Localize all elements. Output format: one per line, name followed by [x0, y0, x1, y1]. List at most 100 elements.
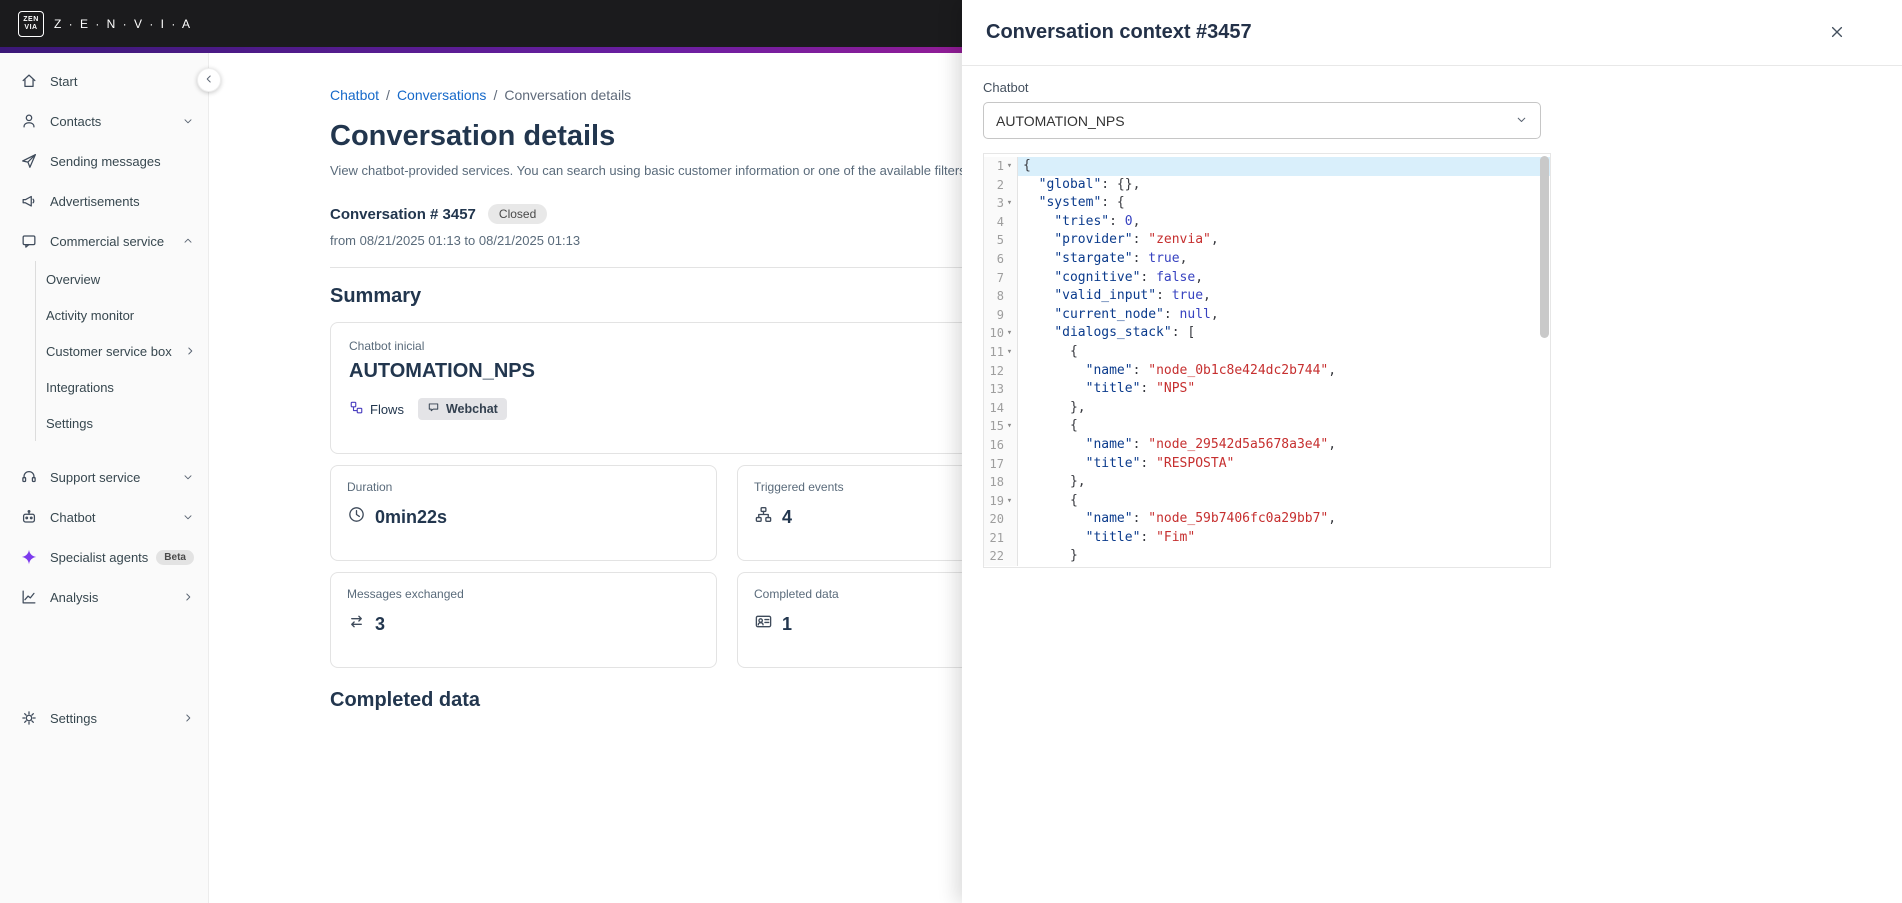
code-line: 13 "title": "NPS" — [984, 380, 1550, 399]
sidebar-item-customer-service-box[interactable]: Customer service box — [36, 333, 208, 369]
line-number-gutter[interactable]: 1 ▾ — [984, 157, 1018, 176]
flows-chip[interactable]: Flows — [349, 400, 404, 418]
metric-value: 0min22s — [375, 506, 448, 527]
metric-card-duration: Duration 0min22s — [330, 465, 717, 561]
code-line: 14 }, — [984, 398, 1550, 418]
breadcrumb-chatbot[interactable]: Chatbot — [330, 87, 379, 103]
line-number-gutter[interactable]: 19 ▾ — [984, 491, 1018, 511]
sidebar: Start Contacts Sending messages Advertis… — [0, 53, 209, 903]
line-number-gutter[interactable]: 14 — [984, 398, 1018, 418]
sidebar-item-specialist-agents[interactable]: Specialist agents Beta — [0, 537, 208, 577]
chevron-up-icon — [182, 235, 194, 247]
line-number-gutter[interactable]: 4 — [984, 212, 1018, 232]
sidebar-item-contacts[interactable]: Contacts — [0, 101, 208, 141]
sidebar-item-label: Activity monitor — [46, 307, 135, 323]
drawer-header: Conversation context #3457 — [962, 0, 1902, 66]
code-line: 5 "provider": "zenvia", — [984, 231, 1550, 250]
sidebar-item-label: Specialist agents — [50, 549, 149, 565]
line-number-gutter[interactable]: 6 — [984, 249, 1018, 269]
sidebar-item-label: Commercial service — [50, 233, 165, 249]
chatbot-select[interactable]: AUTOMATION_NPS — [983, 102, 1541, 139]
events-icon — [754, 505, 773, 529]
gear-icon — [20, 709, 38, 727]
sidebar-item-label: Chatbot — [50, 509, 96, 525]
close-icon — [1829, 24, 1845, 43]
fold-arrow-icon: ▾ — [1006, 346, 1013, 357]
line-number-gutter[interactable]: 9 — [984, 305, 1018, 325]
chevron-left-icon — [203, 73, 215, 88]
paper-plane-icon — [20, 152, 38, 170]
line-number-gutter[interactable]: 20 — [984, 510, 1018, 529]
metric-card-messages-exchanged: Messages exchanged 3 — [330, 572, 717, 668]
line-number-gutter[interactable]: 18 — [984, 473, 1018, 492]
sidebar-item-overview[interactable]: Overview — [36, 261, 208, 297]
chat-box-icon — [20, 232, 38, 250]
sidebar-collapse-button[interactable] — [197, 68, 221, 92]
app-root: ZEN VIA Z · E · N · V · I · A Start Cont… — [0, 0, 1902, 903]
zenvia-wordmark: Z · E · N · V · I · A — [54, 16, 192, 31]
exchange-arrows-icon — [347, 612, 366, 636]
sidebar-item-label: Customer service box — [46, 343, 172, 359]
line-number-gutter[interactable]: 7 — [984, 268, 1018, 288]
line-number-gutter[interactable]: 3 ▾ — [984, 194, 1018, 213]
code-line: 3 ▾ "system": { — [984, 194, 1550, 213]
flow-icon — [349, 400, 364, 418]
context-drawer: Conversation context #3457 Chatbot AUTOM… — [962, 0, 1902, 903]
line-number-gutter[interactable]: 16 — [984, 435, 1018, 455]
line-number-gutter[interactable]: 2 — [984, 175, 1018, 195]
line-number-gutter[interactable]: 5 — [984, 231, 1018, 250]
robot-icon — [20, 508, 38, 526]
line-number-gutter[interactable]: 13 — [984, 380, 1018, 399]
sidebar-item-label: Settings — [50, 710, 97, 726]
sidebar-item-support-service[interactable]: Support service — [0, 457, 208, 497]
breadcrumb-conversations[interactable]: Conversations — [397, 87, 487, 103]
code-line: 16 "name": "node_29542d5a5678a3e4", — [984, 435, 1550, 455]
breadcrumb-separator: / — [493, 87, 498, 103]
editor-scrollbar-thumb[interactable] — [1540, 156, 1549, 338]
drawer-title: Conversation context #3457 — [986, 21, 1252, 43]
sidebar-item-label: Contacts — [50, 113, 102, 129]
line-number-gutter[interactable]: 15 ▾ — [984, 417, 1018, 436]
sidebar-item-settings-sub[interactable]: Settings — [36, 405, 208, 441]
code-line: 11 ▾ { — [984, 342, 1550, 362]
sidebar-item-start[interactable]: Start — [0, 61, 208, 101]
sidebar-item-settings[interactable]: Settings — [0, 698, 208, 738]
line-number-gutter[interactable]: 12 — [984, 361, 1018, 381]
sidebar-item-label: Overview — [46, 271, 101, 287]
sidebar-item-activity-monitor[interactable]: Activity monitor — [36, 297, 208, 333]
line-number-gutter[interactable]: 22 — [984, 547, 1018, 567]
status-badge: Closed — [487, 204, 548, 224]
line-number-gutter[interactable]: 21 — [984, 528, 1018, 548]
megaphone-icon — [20, 192, 38, 210]
fold-arrow-icon: ▾ — [1006, 198, 1013, 209]
code-line: 8 "valid_input": true, — [984, 287, 1550, 306]
code-line: 1 ▾{ — [984, 157, 1550, 176]
metric-value: 1 — [782, 613, 793, 634]
sidebar-item-label: Support service — [50, 469, 141, 485]
chatbot-select-label: Chatbot — [983, 80, 1029, 95]
line-number-gutter[interactable]: 17 — [984, 454, 1018, 474]
breadcrumb-separator: / — [386, 87, 390, 103]
code-line: 4 "tries": 0, — [984, 212, 1550, 232]
sidebar-item-sending-messages[interactable]: Sending messages — [0, 141, 208, 181]
sidebar-item-integrations[interactable]: Integrations — [36, 369, 208, 405]
chevron-down-icon — [182, 471, 194, 483]
sidebar-item-chatbot[interactable]: Chatbot — [0, 497, 208, 537]
code-line: 19 ▾ { — [984, 491, 1550, 511]
line-number-gutter[interactable]: 8 — [984, 287, 1018, 306]
logo-mark-line1: ZEN — [23, 15, 39, 23]
sidebar-item-commercial-service[interactable]: Commercial service — [0, 221, 208, 261]
sidebar-item-advertisements[interactable]: Advertisements — [0, 181, 208, 221]
code-line: 15 ▾ { — [984, 417, 1550, 436]
json-context-editor[interactable]: 1 ▾{2 "global": {}, 3 ▾ "system": {4 "tries… — [983, 153, 1551, 568]
code-line: 21 "title": "Fim" — [984, 528, 1550, 548]
line-number-gutter[interactable]: 11 ▾ — [984, 342, 1018, 362]
clock-icon — [347, 505, 366, 529]
zenvia-logo[interactable]: ZEN VIA Z · E · N · V · I · A — [18, 10, 192, 37]
line-number-gutter[interactable]: 10 ▾ — [984, 324, 1018, 343]
webchat-chip[interactable]: Webchat — [417, 398, 507, 420]
code-lines: 1 ▾{2 "global": {}, 3 ▾ "system": {4 "tries… — [984, 154, 1550, 567]
close-button[interactable] — [1824, 20, 1850, 46]
code-line: 12 "name": "node_0b1c8e424dc2b744", — [984, 361, 1550, 381]
sidebar-item-analysis[interactable]: Analysis — [0, 577, 208, 617]
